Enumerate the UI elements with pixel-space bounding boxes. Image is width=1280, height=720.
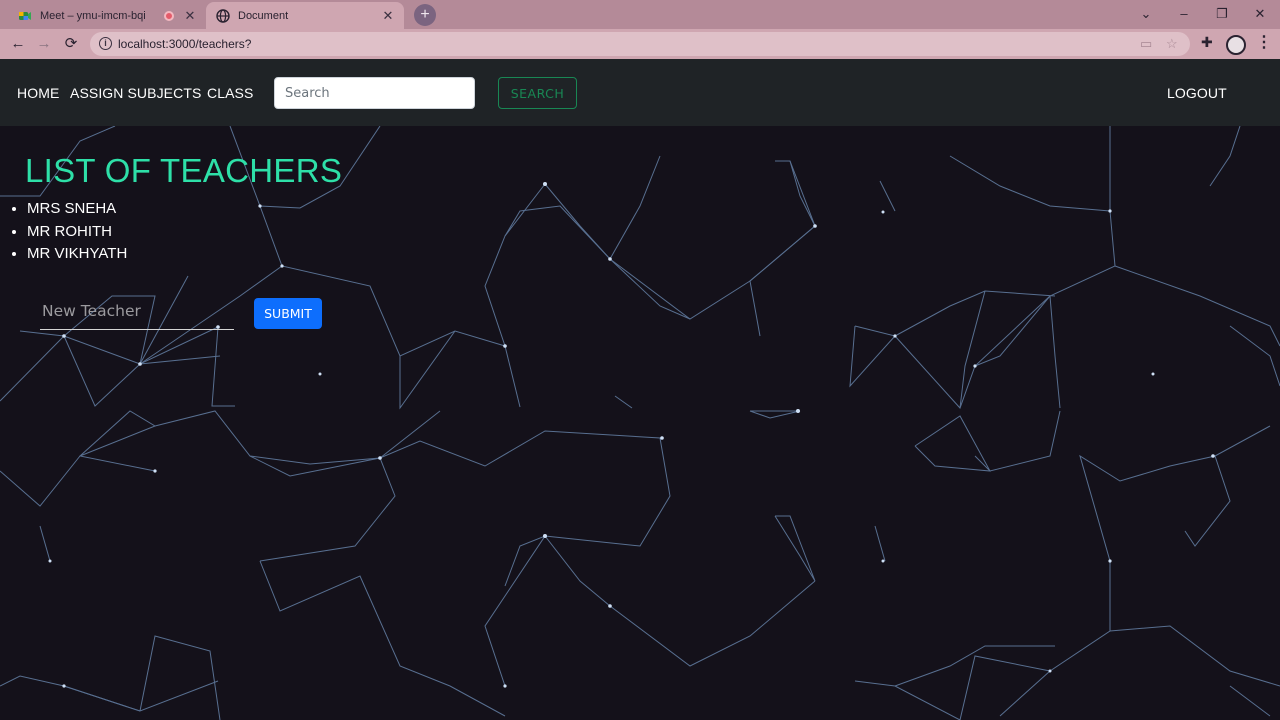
browser-tab-strip: Meet – ymu-imcm-bqi ✕ Document ✕ + ⌄ – ❐… [0, 0, 1280, 29]
share-icon[interactable]: ▭ [1140, 36, 1152, 52]
omnibox[interactable]: i localhost:3000/teachers? ▭ ☆ [90, 32, 1190, 56]
teacher-list: MRS SNEHA MR ROHITH MR VIKHYATH [27, 199, 127, 267]
reload-icon[interactable]: ⟳ [59, 32, 83, 56]
page-title: LIST OF TEACHERS [25, 152, 343, 189]
star-icon[interactable]: ☆ [1166, 36, 1178, 52]
tab-document[interactable]: Document ✕ [206, 2, 404, 29]
close-icon[interactable]: ✕ [380, 8, 396, 24]
nav-link-assign-subjects[interactable]: ASSIGN SUBJECTS [70, 85, 201, 101]
close-icon[interactable]: ✕ [182, 8, 198, 24]
profile-icon[interactable] [1226, 35, 1246, 55]
window-close-button[interactable]: ✕ [1242, 0, 1278, 29]
address-bar-row: ← → ⟳ i localhost:3000/teachers? ▭ ☆ ✚ [0, 29, 1280, 59]
globe-icon [216, 8, 230, 23]
info-icon[interactable]: i [99, 37, 112, 50]
search-button[interactable]: SEARCH [498, 77, 577, 109]
kebab-menu-icon[interactable]: ⋮ [1256, 32, 1272, 52]
minimize-button[interactable]: – [1166, 0, 1202, 29]
nav-link-home[interactable]: HOME [17, 85, 59, 101]
tab-meet[interactable]: Meet – ymu-imcm-bqi ✕ [8, 2, 206, 29]
list-item: MR VIKHYATH [27, 244, 127, 267]
back-arrow-icon[interactable]: ← [6, 32, 30, 56]
url-text[interactable]: localhost:3000/teachers? [118, 37, 251, 51]
puzzle-icon[interactable]: ✚ [1201, 34, 1213, 51]
search-input[interactable] [274, 77, 475, 109]
google-meet-icon [19, 11, 31, 20]
submit-button[interactable]: SUBMIT [254, 298, 322, 329]
tab-title: Meet – ymu-imcm-bqi [40, 9, 146, 22]
list-item: MR ROHITH [27, 222, 127, 245]
list-item: MRS SNEHA [27, 199, 127, 222]
network-background-graphic [0, 126, 1280, 720]
app-navbar: HOME ASSIGN SUBJECTS CLASS SEARCH LOGOUT [0, 59, 1280, 126]
new-tab-button[interactable]: + [414, 4, 436, 26]
nav-link-class[interactable]: CLASS [207, 85, 253, 101]
maximize-button[interactable]: ❐ [1204, 0, 1240, 29]
tab-title: Document [238, 9, 289, 22]
logout-link[interactable]: LOGOUT [1167, 85, 1227, 101]
tab-search-icon[interactable]: ⌄ [1128, 0, 1164, 29]
forward-arrow-icon[interactable]: → [32, 32, 56, 56]
new-teacher-input[interactable] [40, 293, 234, 330]
recording-indicator-icon [164, 10, 174, 21]
